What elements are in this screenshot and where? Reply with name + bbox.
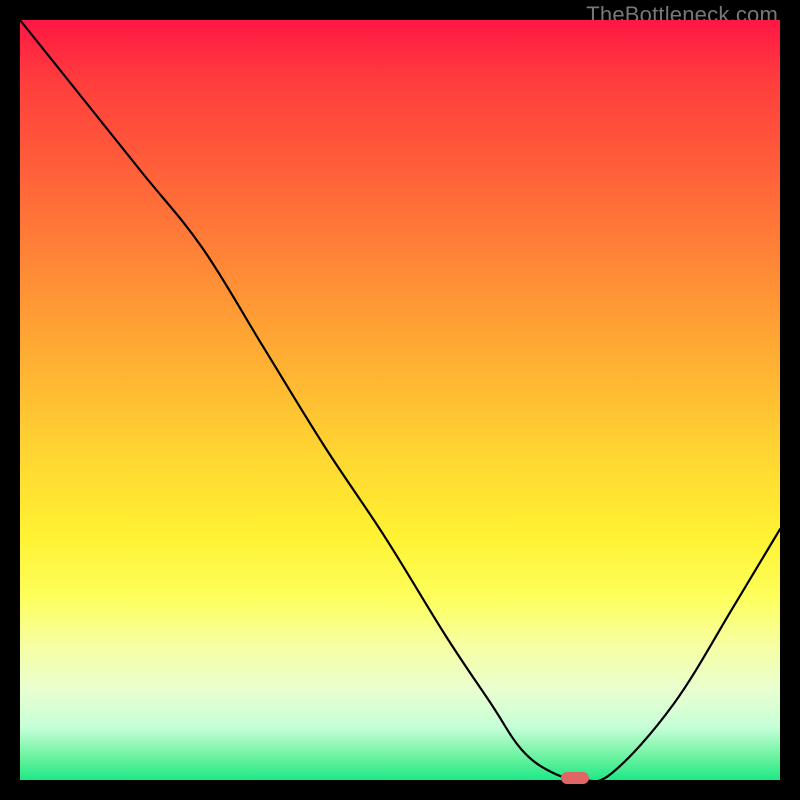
bottleneck-curve (20, 20, 780, 780)
chart-frame: TheBottleneck.com (0, 0, 800, 800)
bottleneck-marker (561, 772, 589, 784)
plot-area (20, 20, 780, 780)
